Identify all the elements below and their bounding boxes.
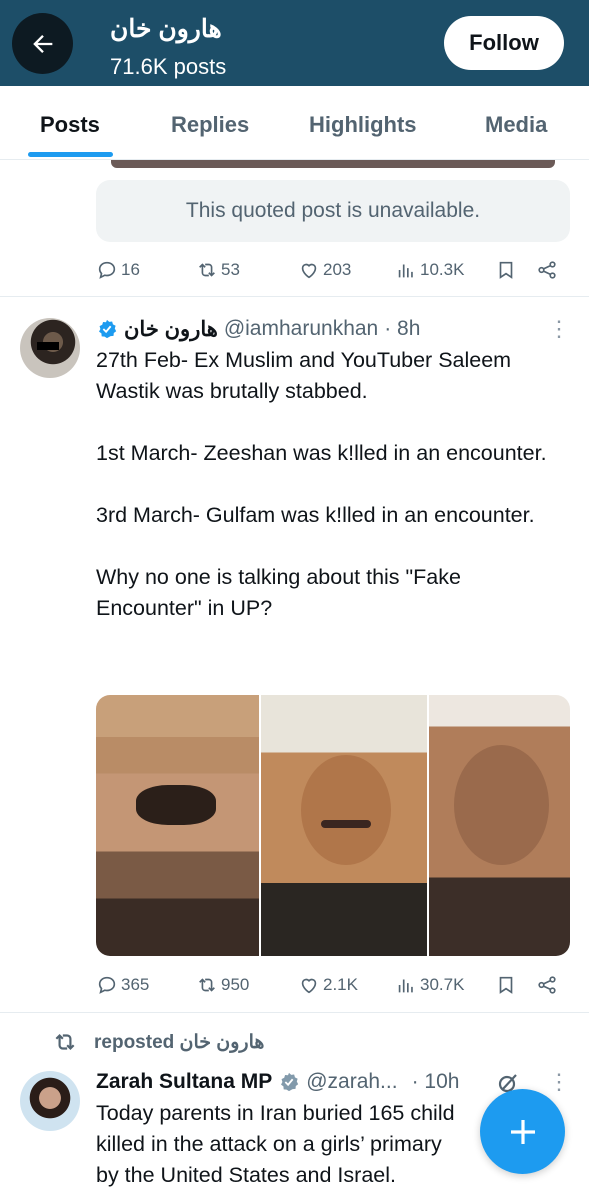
- profile-name: هارون خان: [110, 15, 222, 43]
- photo-right: [429, 695, 570, 956]
- repost-button[interactable]: 950: [196, 970, 249, 1000]
- tab-posts[interactable]: Posts: [40, 112, 100, 138]
- profile-header: هارون خان 71.6K posts Follow: [0, 0, 589, 86]
- post-time: · 8h: [384, 317, 421, 340]
- post-media-edge: [111, 160, 555, 168]
- author-name[interactable]: هارون خان: [124, 317, 218, 342]
- face-shape: [454, 745, 549, 865]
- post-header: هارون خان @iamharunkhan · 8h: [96, 314, 420, 344]
- repost-count: 53: [221, 260, 240, 279]
- bookmark-icon: [499, 976, 513, 994]
- plus-icon: [510, 1119, 535, 1144]
- quoted-post-unavailable[interactable]: This quoted post is unavailable.: [96, 180, 570, 242]
- post-count: 71.6K posts: [110, 54, 227, 79]
- post-time: · 10h: [411, 1070, 460, 1093]
- tab-replies[interactable]: Replies: [171, 112, 249, 138]
- tab-media[interactable]: Media: [485, 112, 547, 138]
- post-text: 27th Feb- Ex Muslim and YouTuber Saleem …: [96, 345, 566, 624]
- post-actions: 365 950 2.1K 30.7K: [96, 970, 566, 1000]
- prev-post-actions: 16 53 203 10.3K: [96, 255, 566, 285]
- reply-button[interactable]: 16: [96, 255, 140, 285]
- reply-count: 365: [121, 975, 150, 994]
- author-handle[interactable]: @iamharunkhan: [224, 317, 378, 341]
- bookmark-button[interactable]: [495, 970, 517, 1000]
- compose-button[interactable]: [480, 1089, 565, 1174]
- face-shape: [301, 755, 391, 865]
- like-icon: [301, 263, 317, 279]
- views-count: 10.3K: [420, 260, 465, 279]
- reply-button[interactable]: 365: [96, 970, 149, 1000]
- bookmark-button[interactable]: [495, 255, 517, 285]
- repost-icon: [55, 1033, 75, 1051]
- verified-icon: [99, 319, 117, 339]
- views-button[interactable]: 10.3K: [395, 255, 464, 285]
- repost-icon: [199, 263, 215, 277]
- avatar[interactable]: [20, 318, 80, 378]
- back-arrow-icon: [32, 34, 52, 53]
- share-button[interactable]: [536, 255, 558, 285]
- like-count: 203: [323, 260, 352, 279]
- repost-count: 950: [221, 975, 250, 994]
- post-paragraph: Why no one is talking about this "Fake E…: [96, 565, 461, 620]
- beard-shape: [136, 785, 216, 825]
- reply-icon: [98, 261, 116, 279]
- back-button[interactable]: [12, 13, 73, 74]
- like-count: 2.1K: [323, 975, 358, 994]
- bookmark-icon: [499, 261, 513, 279]
- avatar[interactable]: [20, 1071, 80, 1131]
- more-icon[interactable]: ⋮: [548, 314, 570, 344]
- post-divider: [0, 296, 589, 297]
- profile-tabs: Posts Replies Highlights Media: [0, 86, 589, 160]
- more-icon[interactable]: ⋮: [548, 1067, 570, 1097]
- post-paragraph: 1st March- Zeeshan was k!lled in an enco…: [96, 441, 547, 465]
- reply-count: 16: [121, 260, 140, 279]
- follow-button[interactable]: Follow: [444, 16, 564, 70]
- photo-left: [96, 695, 259, 956]
- post-header: Zarah Sultana MP @zarah... · 10h: [96, 1067, 459, 1097]
- views-icon: [398, 264, 413, 278]
- post-divider: [0, 1012, 589, 1013]
- author-name[interactable]: Zarah Sultana MP: [96, 1070, 272, 1094]
- share-icon: [538, 976, 556, 994]
- active-tab-indicator: [28, 152, 113, 157]
- views-icon: [398, 979, 413, 993]
- like-icon: [301, 978, 317, 994]
- post-image-collage[interactable]: [96, 695, 570, 956]
- post-paragraph: 27th Feb- Ex Muslim and YouTuber Saleem …: [96, 348, 512, 403]
- tab-highlights[interactable]: Highlights: [309, 112, 417, 138]
- mustache-shape: [321, 820, 371, 828]
- views-button[interactable]: 30.7K: [395, 970, 464, 1000]
- share-button[interactable]: [536, 970, 558, 1000]
- views-count: 30.7K: [420, 975, 465, 994]
- like-button[interactable]: 2.1K: [298, 970, 358, 1000]
- repost-icon: [199, 978, 215, 992]
- share-icon: [538, 261, 556, 279]
- photo-center: [259, 695, 429, 956]
- reply-icon: [98, 976, 116, 994]
- repost-indicator: reposted هارون خان: [52, 1028, 264, 1056]
- like-button[interactable]: 203: [298, 255, 351, 285]
- repost-button[interactable]: 53: [196, 255, 240, 285]
- post-paragraph: 3rd March- Gulfam was k!lled in an encou…: [96, 503, 535, 527]
- author-handle[interactable]: @zarah...: [306, 1070, 397, 1094]
- verified-icon: [281, 1072, 299, 1092]
- repost-label[interactable]: reposted هارون خان: [94, 1031, 264, 1054]
- censor-bar: [37, 342, 59, 350]
